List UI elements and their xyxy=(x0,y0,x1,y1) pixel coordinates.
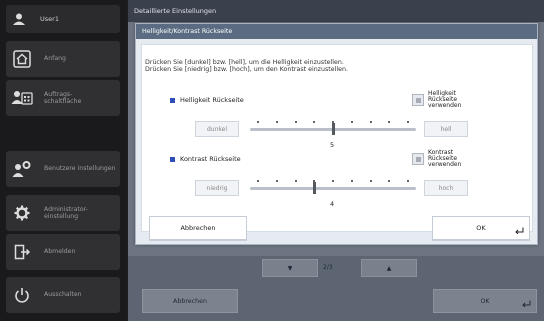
job-button-icon xyxy=(6,89,38,107)
logout-icon xyxy=(6,244,38,260)
sidebar-item-job-button[interactable]: Auftrags- schaltfläche xyxy=(6,80,120,116)
slider-tick xyxy=(407,180,409,182)
page-indicator: 2/3 xyxy=(323,264,333,271)
slider-tick xyxy=(275,121,278,123)
slider-tick xyxy=(407,121,409,123)
dialog-description: Drücken Sie [dunkel] bzw. [hell], um die… xyxy=(145,59,348,73)
contrast-slider[interactable] xyxy=(250,176,416,198)
brightness-decrease-button[interactable]: dunkel xyxy=(195,121,239,137)
slider-tick xyxy=(388,180,391,182)
brightness-contrast-dialog: Helligkeit/Kontrast Rückseite Drücken Si… xyxy=(135,23,538,245)
dialog-cancel-label: Abbrechen xyxy=(180,224,216,232)
contrast-min-label: niedrig xyxy=(206,184,228,192)
user-settings-icon xyxy=(6,160,38,178)
home-icon xyxy=(6,50,38,68)
triangle-down-icon: ▼ xyxy=(287,264,293,272)
brightness-increase-button[interactable]: hell xyxy=(424,121,468,137)
main-ok-button[interactable]: OK xyxy=(433,289,537,313)
dialog-body: Drücken Sie [dunkel] bzw. [hell], um die… xyxy=(141,44,533,232)
dialog-ok-label: OK xyxy=(476,224,486,232)
checkbox-icon xyxy=(412,153,424,165)
slider-tick xyxy=(369,121,372,123)
contrast-increase-button[interactable]: hoch xyxy=(424,180,468,196)
main-header: Detaillierte Einstellungen xyxy=(128,0,544,22)
brightness-slider[interactable] xyxy=(250,117,416,139)
dialog-title: Helligkeit/Kontrast Rückseite xyxy=(136,24,537,39)
sidebar-item-admin-settings[interactable]: Administrator- einstellung xyxy=(6,195,120,231)
brightness-max-label: hell xyxy=(440,125,452,133)
contrast-slider-track xyxy=(250,187,416,190)
sidebar-item-label: Anfang xyxy=(44,55,66,63)
page-up-button[interactable]: ▲ xyxy=(361,259,417,277)
main-cancel-button[interactable]: Abbrechen xyxy=(142,289,238,313)
user-label: User1 xyxy=(40,15,59,23)
dialog-cancel-button[interactable]: Abbrechen xyxy=(149,216,247,240)
slider-tick xyxy=(313,121,316,123)
slider-tick xyxy=(257,121,259,123)
sidebar-item-label: Ausschalten xyxy=(44,291,82,299)
brightness-label: Helligkeit Rückseite xyxy=(180,96,244,104)
triangle-up-icon: ▲ xyxy=(386,264,392,272)
square-bullet-icon xyxy=(170,156,175,162)
dialog-ok-button[interactable]: OK xyxy=(432,216,530,240)
page-down-button[interactable]: ▼ xyxy=(262,259,318,277)
brightness-value: 5 xyxy=(330,141,335,149)
slider-tick xyxy=(369,180,372,182)
sidebar-item-label: Benutzere instellungen xyxy=(44,165,116,173)
sidebar-item-user-settings[interactable]: Benutzere instellungen xyxy=(6,151,120,187)
slider-tick xyxy=(294,121,297,123)
contrast-decrease-button[interactable]: niedrig xyxy=(195,180,239,196)
slider-tick xyxy=(332,180,334,182)
sidebar-item-logout[interactable]: Abmelden xyxy=(6,234,120,270)
slider-thumb[interactable] xyxy=(312,182,316,194)
admin-gear-icon xyxy=(6,205,38,221)
slider-tick xyxy=(388,121,391,123)
main-ok-label: OK xyxy=(480,297,490,305)
contrast-value: 4 xyxy=(330,200,335,208)
brightness-section-label: Helligkeit Rückseite xyxy=(170,96,244,104)
user-box[interactable]: User1 xyxy=(6,5,120,33)
slider-tick xyxy=(257,180,259,182)
enter-icon xyxy=(522,300,531,307)
sidebar-item-label: Administrator- einstellung xyxy=(44,205,89,220)
use-brightness-checkbox[interactable]: Helligkeit Rückseite verwenden xyxy=(412,89,478,111)
sidebar-item-home[interactable]: Anfang xyxy=(6,41,120,77)
brightness-min-label: dunkel xyxy=(206,125,228,133)
use-contrast-label: Kontrast Rückseite verwenden xyxy=(428,148,462,169)
enter-icon xyxy=(515,227,524,234)
user-icon xyxy=(6,12,32,26)
checkbox-icon xyxy=(412,94,424,106)
sidebar-item-label: Abmelden xyxy=(44,248,76,256)
slider-tick xyxy=(350,180,353,182)
main-cancel-label: Abbrechen xyxy=(173,297,207,305)
sidebar: User1 Anfang Auftrags- schaltfläche Benu… xyxy=(0,0,126,321)
description-line-1: Drücken Sie [dunkel] bzw. [hell], um die… xyxy=(145,59,344,66)
use-contrast-checkbox[interactable]: Kontrast Rückseite verwenden xyxy=(412,148,478,170)
contrast-section-label: Kontrast Rückseite xyxy=(170,155,241,163)
slider-tick xyxy=(350,121,353,123)
sidebar-item-power-off[interactable]: Ausschalten xyxy=(6,277,120,313)
contrast-label: Kontrast Rückseite xyxy=(180,155,241,163)
use-brightness-label: Helligkeit Rückseite verwenden xyxy=(428,89,462,110)
sidebar-item-label: Auftrags- schaltfläche xyxy=(44,90,82,105)
slider-tick xyxy=(275,180,278,182)
square-bullet-icon xyxy=(170,97,175,103)
contrast-max-label: hoch xyxy=(438,184,454,192)
slider-tick xyxy=(294,180,297,182)
slider-thumb[interactable] xyxy=(331,123,335,135)
description-line-2: Drücken Sie [niedrig] bzw. [hoch], um de… xyxy=(145,66,348,74)
power-icon xyxy=(6,287,38,303)
